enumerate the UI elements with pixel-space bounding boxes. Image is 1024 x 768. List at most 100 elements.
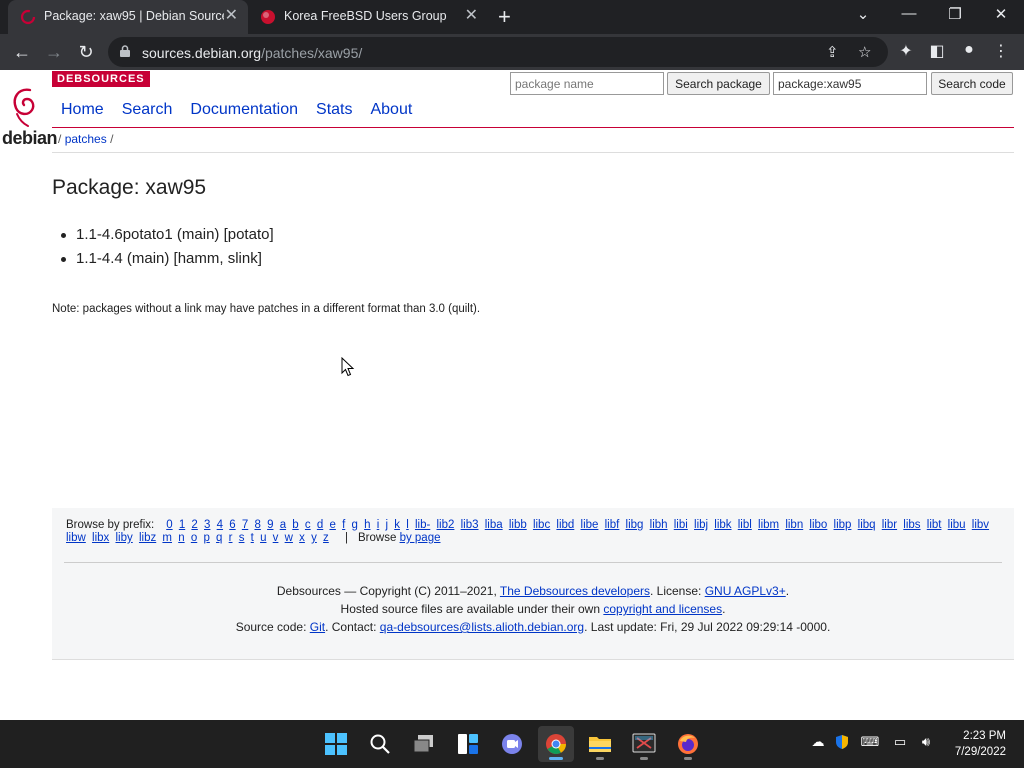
prefix-link-libe[interactable]: libe — [581, 519, 599, 531]
browse-by-page-link[interactable]: by page — [400, 532, 441, 544]
prefix-link-t[interactable]: t — [251, 532, 254, 544]
prefix-link-libw[interactable]: libw — [66, 532, 86, 544]
prefix-link-p[interactable]: p — [203, 532, 209, 544]
prefix-link-libp[interactable]: libp — [834, 519, 852, 531]
prefix-link-4[interactable]: 4 — [217, 519, 223, 531]
prefix-link-lib3[interactable]: lib3 — [461, 519, 479, 531]
prefix-link-lib2[interactable]: lib2 — [437, 519, 455, 531]
prefix-link-libq[interactable]: libq — [858, 519, 876, 531]
prefix-link-n[interactable]: n — [178, 532, 184, 544]
prefix-link-a[interactable]: a — [280, 519, 286, 531]
forward-arrow-icon[interactable]: → — [42, 41, 66, 63]
prefix-link-libc[interactable]: libc — [533, 519, 550, 531]
prefix-link-z[interactable]: z — [323, 532, 329, 544]
volume-icon[interactable]: 🔊︎ — [916, 734, 936, 750]
debsources-developers-link[interactable]: The Debsources developers — [500, 584, 650, 598]
menu-kebab-icon[interactable]: ⋮ — [990, 41, 1012, 61]
prefix-link-x[interactable]: x — [299, 532, 305, 544]
nav-search[interactable]: Search — [122, 101, 173, 119]
prefix-link-libu[interactable]: libu — [948, 519, 966, 531]
keyboard-icon[interactable]: ⌨ — [860, 734, 880, 750]
address-bar[interactable]: sources.debian.org/patches/xaw95/ ⇪ ☆ — [108, 37, 888, 67]
prefix-link-g[interactable]: g — [351, 519, 357, 531]
prefix-link-l[interactable]: l — [406, 519, 409, 531]
prefix-link-h[interactable]: h — [364, 519, 370, 531]
share-icon[interactable]: ⇪ — [826, 43, 839, 61]
git-link[interactable]: Git — [310, 620, 325, 634]
firefox-icon[interactable] — [670, 726, 706, 762]
prefix-link-libt[interactable]: libt — [927, 519, 942, 531]
prefix-link-3[interactable]: 3 — [204, 519, 210, 531]
copyright-licenses-link[interactable]: copyright and licenses — [603, 602, 722, 616]
prefix-link-k[interactable]: k — [394, 519, 400, 531]
start-windows-icon[interactable] — [318, 726, 354, 762]
onedrive-offline-icon[interactable]: ☁ — [808, 734, 828, 750]
prefix-link-o[interactable]: o — [191, 532, 197, 544]
teams-chat-icon[interactable] — [494, 726, 530, 762]
new-tab-plus-icon[interactable]: + — [498, 4, 511, 30]
prefix-link-f[interactable]: f — [342, 519, 345, 531]
nav-stats[interactable]: Stats — [316, 101, 352, 119]
prefix-link-libv[interactable]: libv — [972, 519, 989, 531]
nav-about[interactable]: About — [370, 101, 412, 119]
window-close-icon[interactable]: ✕ — [986, 5, 1016, 23]
prefix-link-0[interactable]: 0 — [166, 519, 172, 531]
prefix-link-b[interactable]: b — [292, 519, 298, 531]
prefix-link-w[interactable]: w — [285, 532, 293, 544]
prefix-link-j[interactable]: j — [385, 519, 388, 531]
back-arrow-icon[interactable]: ← — [10, 41, 34, 63]
prefix-link-libx[interactable]: libx — [92, 532, 109, 544]
contact-email-link[interactable]: qa-debsources@lists.alioth.debian.org — [380, 620, 584, 634]
prefix-link-9[interactable]: 9 — [267, 519, 273, 531]
prefix-link-libd[interactable]: libd — [556, 519, 574, 531]
side-panel-icon[interactable]: ◧ — [926, 41, 948, 61]
breadcrumb-patches-link[interactable]: patches — [65, 132, 107, 146]
prefix-link-y[interactable]: y — [311, 532, 317, 544]
widgets-icon[interactable] — [450, 726, 486, 762]
package-name-input[interactable] — [510, 72, 664, 95]
prefix-link-libh[interactable]: libh — [650, 519, 668, 531]
tab-korea-freebsd[interactable]: Korea FreeBSD Users Group ✕ — [248, 0, 488, 34]
prefix-link-libz[interactable]: libz — [139, 532, 156, 544]
prefix-link-libr[interactable]: libr — [882, 519, 897, 531]
debian-swirl-logo-icon[interactable] — [8, 84, 44, 128]
prefix-link-q[interactable]: q — [216, 532, 222, 544]
agpl-license-link[interactable]: GNU AGPLv3+ — [705, 584, 786, 598]
prefix-link-r[interactable]: r — [229, 532, 233, 544]
prefix-link-s[interactable]: s — [239, 532, 245, 544]
search-magnifier-icon[interactable] — [362, 726, 398, 762]
prefix-link-libi[interactable]: libi — [674, 519, 688, 531]
prefix-link-1[interactable]: 1 — [179, 519, 185, 531]
prefix-link-c[interactable]: c — [305, 519, 311, 531]
system-clock[interactable]: 2:23 PM 7/29/2022 — [955, 728, 1006, 760]
prefix-link-libj[interactable]: libj — [694, 519, 708, 531]
bookmark-star-icon[interactable]: ☆ — [858, 43, 871, 61]
extensions-puzzle-icon[interactable]: ✦ — [895, 41, 917, 61]
snipping-tool-icon[interactable] — [626, 726, 662, 762]
windows-security-icon[interactable] — [832, 734, 852, 753]
tab-close-icon[interactable]: ✕ — [225, 7, 238, 25]
prefix-link-libb[interactable]: libb — [509, 519, 527, 531]
prefix-link-i[interactable]: i — [377, 519, 380, 531]
prefix-link-u[interactable]: u — [260, 532, 266, 544]
prefix-link-6[interactable]: 6 — [229, 519, 235, 531]
nav-home[interactable]: Home — [61, 101, 104, 119]
tab-search-chevron-icon[interactable]: ⌄ — [848, 5, 878, 23]
prefix-link-lib[interactable]: lib- — [415, 519, 430, 531]
prefix-link-2[interactable]: 2 — [191, 519, 197, 531]
reload-icon[interactable]: ↻ — [74, 41, 98, 63]
restore-icon[interactable]: ❐ — [940, 5, 970, 23]
prefix-link-e[interactable]: e — [329, 519, 335, 531]
prefix-link-d[interactable]: d — [317, 519, 323, 531]
prefix-link-libg[interactable]: libg — [626, 519, 644, 531]
prefix-link-liba[interactable]: liba — [485, 519, 503, 531]
prefix-link-m[interactable]: m — [162, 532, 172, 544]
task-view-icon[interactable] — [406, 726, 442, 762]
file-explorer-icon[interactable] — [582, 726, 618, 762]
prefix-link-libo[interactable]: libo — [809, 519, 827, 531]
prefix-link-libm[interactable]: libm — [758, 519, 779, 531]
debian-logo-text[interactable]: debian — [2, 128, 58, 149]
network-icon[interactable]: ▭ — [890, 734, 910, 750]
search-package-button[interactable]: Search package — [667, 72, 770, 95]
prefix-link-v[interactable]: v — [273, 532, 279, 544]
